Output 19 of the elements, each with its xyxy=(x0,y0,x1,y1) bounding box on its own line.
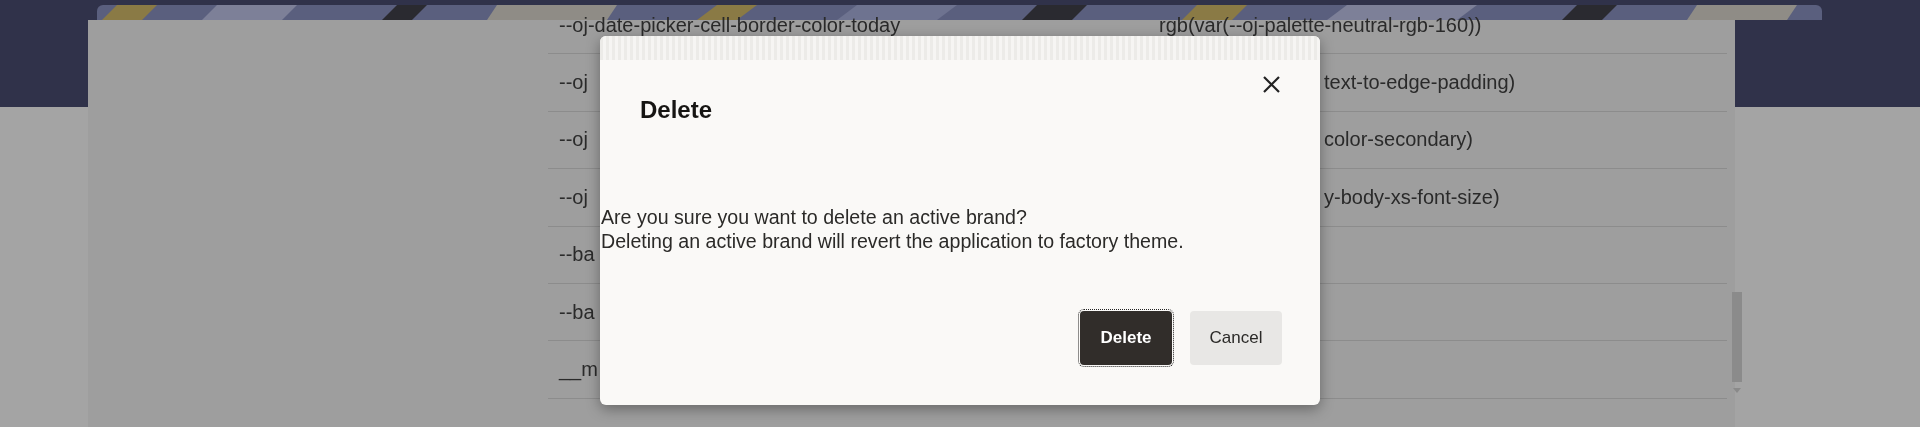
table-cell: --ba xyxy=(559,300,595,324)
cancel-button[interactable]: Cancel xyxy=(1190,311,1282,365)
table-cell: color-secondary) xyxy=(1324,128,1473,152)
table-cell: __m xyxy=(559,358,598,382)
table-cell: --oj xyxy=(559,185,588,209)
table-cell: text-to-edge-padding) xyxy=(1324,71,1516,95)
table-cell: --oj xyxy=(559,128,588,152)
dialog-message: Are you sure you want to delete an active brand? xyxy=(601,205,1028,229)
table-cell: --oj-date-picker-cell-border-color-today xyxy=(559,13,901,37)
table-cell: --ba xyxy=(559,243,595,267)
delete-button[interactable]: Delete xyxy=(1080,311,1172,365)
table-cell: rgb(var(--oj-palette-neutral-rgb-160)) xyxy=(1159,13,1482,37)
close-icon xyxy=(1263,76,1280,93)
table-cell: --oj xyxy=(559,71,588,95)
dialog-message: Deleting an active brand will revert the application to factory theme. xyxy=(601,229,1185,253)
scroll-down-icon[interactable] xyxy=(1733,388,1741,393)
scrollbar-thumb[interactable] xyxy=(1732,292,1742,382)
dialog-title: Delete xyxy=(640,96,713,124)
table-cell: y-body-xs-font-size) xyxy=(1324,185,1500,209)
